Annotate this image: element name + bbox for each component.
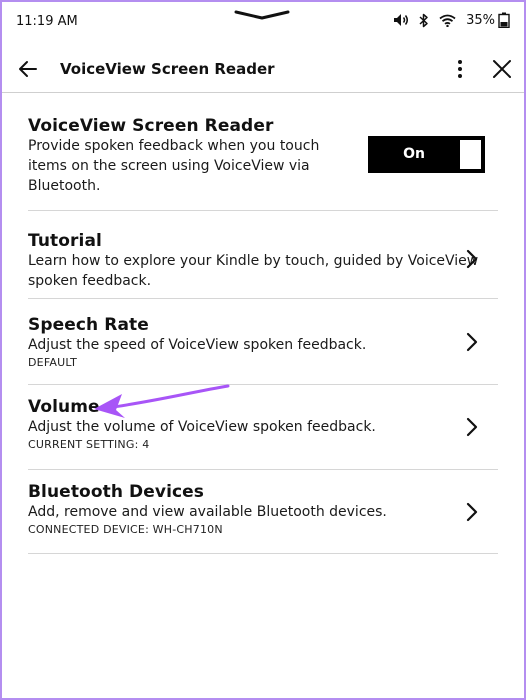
bluetooth-icon: [419, 13, 428, 27]
list-item-tutorial[interactable]: Tutorial Learn how to explore your Kindl…: [28, 211, 498, 299]
status-bar: 11:19 AM 35%: [0, 0, 526, 44]
voiceview-toggle[interactable]: On: [368, 136, 485, 173]
item-description: Provide spoken feedback when you touch i…: [28, 138, 320, 194]
item-setting: DEFAULT: [28, 356, 78, 369]
status-time: 11:19 AM: [16, 14, 78, 29]
page-title: VoiceView Screen Reader: [60, 60, 275, 78]
list-item-bluetooth-devices[interactable]: Bluetooth Devices Add, remove and view a…: [28, 470, 498, 554]
speaker-icon: [394, 14, 409, 26]
item-description: Learn how to explore your Kindle by touc…: [28, 253, 479, 289]
wifi-icon: [439, 14, 456, 27]
close-icon[interactable]: [490, 57, 514, 81]
item-title: Speech Rate: [28, 315, 149, 335]
chevron-right-icon: [466, 332, 478, 352]
toggle-label: On: [403, 146, 425, 162]
list-item-voiceview: VoiceView Screen Reader Provide spoken f…: [28, 104, 498, 211]
item-description: Adjust the speed of VoiceView spoken fee…: [28, 337, 367, 353]
item-description: Add, remove and view available Bluetooth…: [28, 504, 387, 520]
battery-icon: [498, 12, 510, 28]
back-arrow-icon[interactable]: [16, 57, 40, 81]
item-title: Tutorial: [28, 231, 102, 251]
battery-percent: 35%: [466, 12, 495, 28]
more-options-icon[interactable]: [448, 57, 472, 81]
annotation-arrow-icon: [94, 384, 230, 418]
pulldown-handle-icon[interactable]: [234, 6, 290, 24]
item-setting: CONNECTED DEVICE: WH-CH710N: [28, 523, 223, 536]
app-header: VoiceView Screen Reader: [2, 46, 524, 93]
list-item-speech-rate[interactable]: Speech Rate Adjust the speed of VoiceVie…: [28, 299, 498, 385]
chevron-right-icon: [466, 417, 478, 437]
toggle-knob: [460, 140, 481, 169]
chevron-right-icon: [466, 249, 478, 269]
item-title: Bluetooth Devices: [28, 482, 205, 502]
item-title: VoiceView Screen Reader: [28, 116, 274, 136]
item-setting: CURRENT SETTING: 4: [28, 438, 150, 451]
settings-list: VoiceView Screen Reader Provide spoken f…: [28, 104, 498, 554]
chevron-right-icon: [466, 502, 478, 522]
